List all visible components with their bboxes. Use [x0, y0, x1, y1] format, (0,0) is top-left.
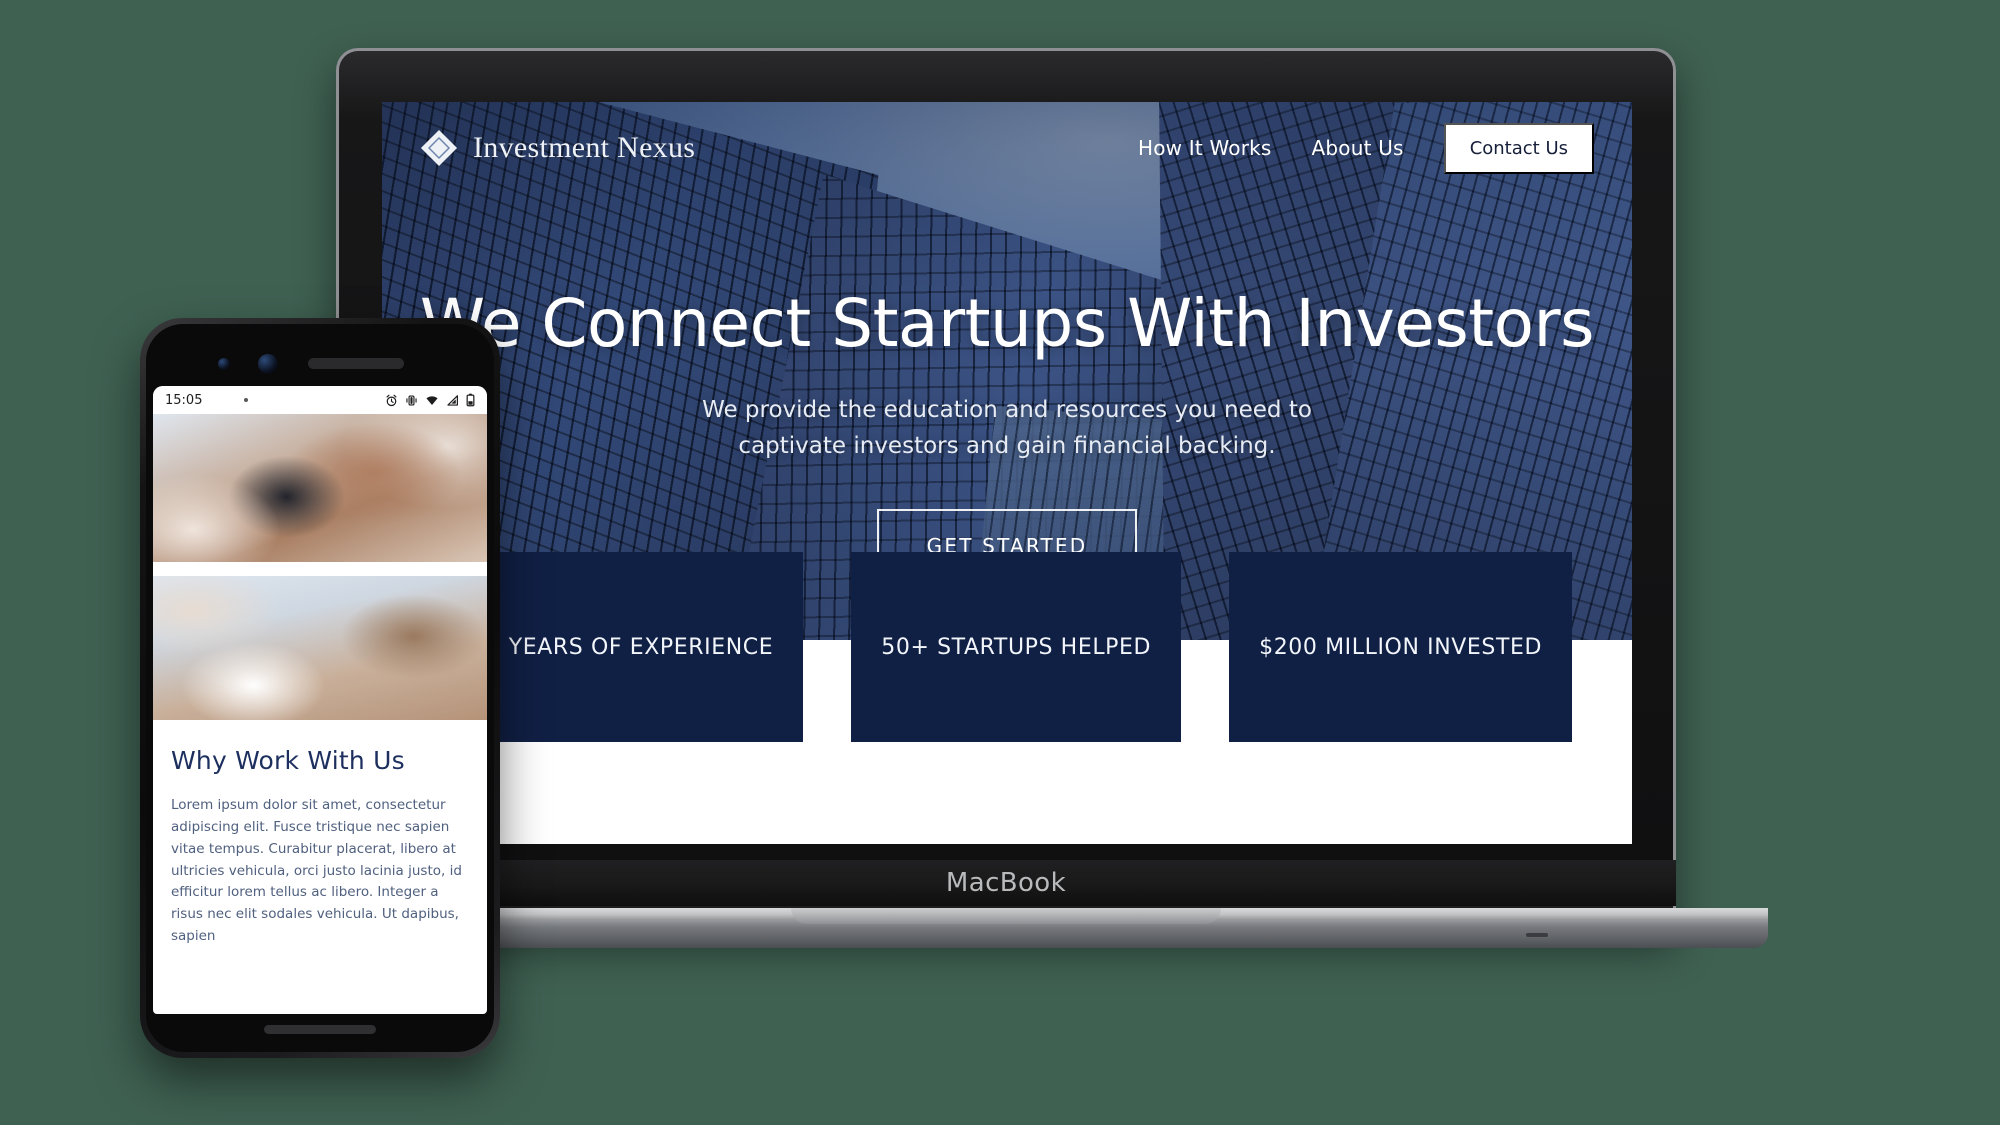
signal-icon — [447, 394, 458, 406]
phone-status-bar: 15:05 — [153, 386, 487, 414]
hero-subtitle-line-2: captivate investors and gain financial b… — [738, 432, 1276, 459]
macbook-screen: Investment Nexus How It Works About Us C… — [382, 102, 1632, 844]
stats-row: 12 YEARS OF EXPERIENCE 50+ STARTUPS HELP… — [382, 552, 1632, 742]
stat-card: 50+ STARTUPS HELPED — [851, 552, 1182, 742]
macbook-foot — [1526, 933, 1548, 937]
notification-dot-icon — [244, 398, 249, 402]
stat-label: 50+ STARTUPS HELPED — [881, 634, 1152, 660]
stat-label: $200 MILLION INVESTED — [1259, 634, 1543, 660]
nav-link-about-us[interactable]: About Us — [1312, 136, 1404, 160]
brand-name: Investment Nexus — [473, 131, 696, 164]
status-bar-time: 15:05 — [165, 392, 203, 408]
hero-content: We Connect Startups With Investors We pr… — [382, 288, 1632, 583]
screenshot-stage: Investment Nexus How It Works About Us C… — [0, 0, 2000, 1125]
phone-photo-desk — [153, 576, 487, 720]
front-camera-icon — [218, 358, 230, 370]
meeting-hands-writing-photo — [153, 414, 487, 562]
macbook-brand-label: MacBook — [945, 868, 1067, 898]
vibrate-icon — [406, 394, 417, 406]
macbook-chin: MacBook — [336, 860, 1676, 906]
diamond-logo-icon — [420, 129, 458, 167]
alarm-icon — [386, 394, 397, 406]
front-camera-icon — [258, 354, 278, 374]
macbook-device-mockup: Investment Nexus How It Works About Us C… — [244, 48, 1768, 948]
phone-section-body: Lorem ipsum dolor sit amet, consectetur … — [171, 797, 462, 945]
phone-photo-meeting — [153, 414, 487, 562]
brand-logo[interactable]: Investment Nexus — [420, 129, 695, 167]
status-bar-icons — [385, 393, 475, 407]
hero-title: We Connect Startups With Investors — [419, 285, 1595, 362]
hero-subtitle: We provide the education and resources y… — [382, 393, 1632, 464]
hero-section: Investment Nexus How It Works About Us C… — [382, 102, 1632, 742]
wifi-icon — [426, 395, 438, 405]
stat-card: $200 MILLION INVESTED — [1229, 552, 1573, 742]
header-nav: How It Works About Us Contact Us — [1138, 122, 1594, 174]
person-writing-notebook-photo — [153, 576, 487, 720]
phone-screen: 15:05 Why Work With Us Lorem ipsum dolor… — [153, 386, 487, 1014]
hero-subtitle-line-1: We provide the education and resources y… — [702, 397, 1312, 424]
phone-section-heading: Why Work With Us — [171, 746, 405, 775]
battery-icon — [466, 393, 475, 407]
macbook-base-notch — [791, 908, 1221, 924]
phone-device-mockup: 15:05 Why Work With Us Lorem ipsum dolor… — [140, 318, 500, 1058]
site-header: Investment Nexus How It Works About Us C… — [382, 102, 1632, 194]
phone-content-section: Why Work With Us Lorem ipsum dolor sit a… — [153, 720, 487, 949]
earpiece-speaker — [308, 358, 404, 369]
contact-us-button[interactable]: Contact Us — [1443, 122, 1594, 174]
stat-label: 12 YEARS OF EXPERIENCE — [471, 634, 774, 660]
website-page: Investment Nexus How It Works About Us C… — [382, 102, 1632, 844]
phone-home-indicator — [264, 1025, 376, 1034]
nav-link-how-it-works[interactable]: How It Works — [1138, 136, 1272, 160]
